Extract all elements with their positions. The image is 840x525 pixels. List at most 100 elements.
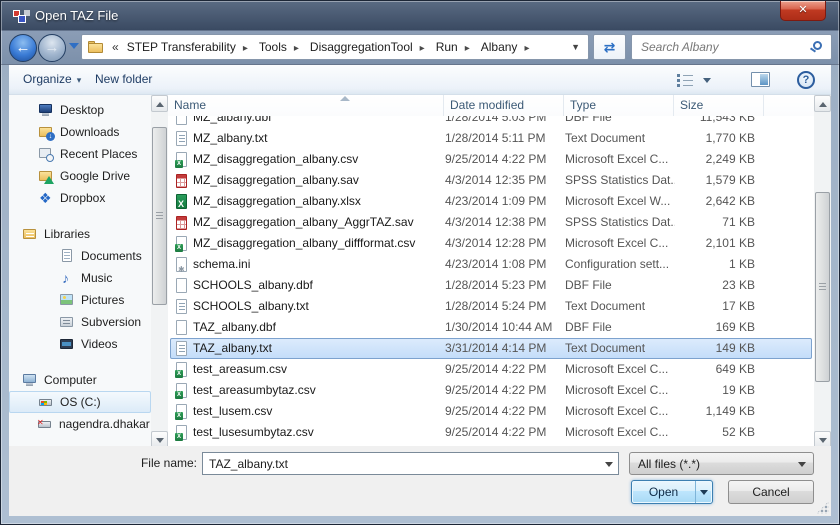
file-row[interactable]: SCHOOLS_albany.txt 1/28/2014 5:24 PM Tex…	[170, 296, 812, 317]
file-date-modified: 9/25/2014 4:22 PM	[445, 150, 565, 169]
refresh-button[interactable]	[593, 34, 626, 60]
sidebar-item[interactable]: Videos	[9, 333, 151, 355]
file-type: Microsoft Excel C...	[565, 234, 675, 253]
command-toolbar: Organize New folder	[9, 65, 831, 95]
file-row[interactable]: test_lusem.csv 9/25/2014 4:22 PM Microso…	[170, 401, 812, 422]
file-name-cell: test_lusesumbytaz.csv	[171, 423, 445, 442]
file-name-cell: MZ_disaggregation_albany.sav	[171, 171, 445, 190]
file-row[interactable]: MZ_disaggregation_albany.xlsx 4/23/2014 …	[170, 191, 812, 212]
file-date-modified: 4/3/2014 12:28 PM	[445, 234, 565, 253]
close-button[interactable]	[780, 1, 826, 21]
sidebar-item[interactable]: Dropbox	[9, 187, 151, 209]
breadcrumb-dropdown-icon[interactable]: ▼	[567, 42, 584, 52]
file-name: schema.ini	[193, 255, 250, 274]
file-name-label: File name:	[131, 456, 197, 470]
breadcrumb-item[interactable]: Albany	[479, 40, 539, 54]
sidebar-item[interactable]: Music	[9, 267, 151, 289]
file-name: SCHOOLS_albany.dbf	[193, 276, 313, 295]
file-row[interactable]: MZ_disaggregation_albany_diffformat.csv …	[170, 233, 812, 254]
new-folder-button[interactable]: New folder	[89, 65, 158, 94]
column-headers: Name Date modified Type Size	[168, 95, 814, 116]
file-row[interactable]: SCHOOLS_albany.dbf 1/28/2014 5:23 PM DBF…	[170, 275, 812, 296]
cancel-button[interactable]: Cancel	[728, 480, 814, 504]
sidebar-item-label: Videos	[81, 333, 117, 355]
scroll-up-icon[interactable]	[814, 95, 831, 112]
file-size: 149 KB	[675, 339, 765, 358]
file-type: SPSS Statistics Dat...	[565, 213, 675, 232]
open-button[interactable]: Open	[631, 480, 713, 504]
file-type: Microsoft Excel C...	[565, 381, 675, 400]
sidebar-item[interactable]: Pictures	[9, 289, 151, 311]
main-area: Desktop Downloads Recent Places	[9, 95, 831, 448]
file-name-cell: MZ_disaggregation_albany.csv	[171, 150, 445, 169]
back-button[interactable]	[9, 34, 37, 62]
sidebar-item[interactable]: Desktop	[9, 99, 151, 121]
breadcrumb[interactable]: « STEP TransferabilityToolsDisaggregatio…	[81, 34, 589, 60]
file-name: MZ_disaggregation_albany.csv	[193, 150, 358, 169]
sidebar-item[interactable]: Downloads	[9, 121, 151, 143]
file-row[interactable]: test_areasumbytaz.csv 9/25/2014 4:22 PM …	[170, 380, 812, 401]
file-date-modified: 9/25/2014 4:22 PM	[445, 360, 565, 379]
file-row[interactable]: MZ_albany.txt 1/28/2014 5:11 PM Text Doc…	[170, 128, 812, 149]
sidebar-item[interactable]: OS (C:)	[9, 391, 151, 413]
file-name: MZ_disaggregation_albany_diffformat.csv	[193, 234, 415, 253]
file-type-icon	[175, 131, 188, 146]
file-name: MZ_albany.dbf	[193, 116, 272, 127]
title-bar[interactable]: Open TAZ File	[1, 1, 839, 31]
file-type-icon	[175, 383, 188, 398]
sidebar-item[interactable]: nagendra.dhakar	[9, 413, 151, 435]
file-date-modified: 9/25/2014 4:22 PM	[445, 402, 565, 421]
column-header[interactable]: Size	[674, 95, 764, 116]
scroll-up-icon[interactable]	[151, 95, 168, 112]
scrollbar-thumb[interactable]	[152, 127, 167, 305]
sidebar-scrollbar[interactable]	[151, 95, 168, 448]
scrollbar-thumb[interactable]	[815, 192, 830, 382]
sidebar-item[interactable]: Subversion	[9, 311, 151, 333]
resize-grip[interactable]	[816, 501, 829, 514]
column-header[interactable]: Name	[168, 95, 444, 116]
search-input[interactable]: Search Albany	[631, 34, 832, 60]
column-header[interactable]: Date modified	[444, 95, 564, 116]
file-name-input[interactable]: TAZ_albany.txt	[202, 452, 619, 475]
open-split-dropdown[interactable]	[695, 481, 712, 503]
file-type: Microsoft Excel C...	[565, 402, 675, 421]
file-row[interactable]: schema.ini 4/23/2014 1:08 PM Configurati…	[170, 254, 812, 275]
file-name-dropdown-icon[interactable]	[605, 462, 613, 467]
file-type: Microsoft Excel C...	[565, 360, 675, 379]
help-button[interactable]	[797, 71, 815, 89]
file-type-select[interactable]: All files (*.*)	[629, 452, 814, 475]
file-row[interactable]: MZ_disaggregation_albany.csv 9/25/2014 4…	[170, 149, 812, 170]
file-date-modified: 4/3/2014 12:35 PM	[445, 171, 565, 190]
preview-pane-icon[interactable]	[751, 72, 770, 87]
file-row[interactable]: test_lusesumbytaz.csv 9/25/2014 4:22 PM …	[170, 422, 812, 443]
breadcrumb-item[interactable]: DisaggregationTool	[308, 40, 434, 54]
sidebar-item[interactable]: Documents	[9, 245, 151, 267]
forward-button[interactable]	[38, 34, 66, 62]
file-type: DBF File	[565, 318, 675, 337]
dialog-footer: File name: TAZ_albany.txt All files (*.*…	[9, 446, 831, 516]
breadcrumb-item[interactable]: Run	[434, 40, 479, 54]
file-list-scrollbar[interactable]	[814, 95, 831, 448]
change-view-icon[interactable]	[677, 73, 693, 86]
sidebar-item[interactable]: Google Drive	[9, 165, 151, 187]
sidebar-item-label: Computer	[44, 369, 97, 391]
file-row[interactable]: TAZ_albany.dbf 1/30/2014 10:44 AM DBF Fi…	[170, 317, 812, 338]
sidebar-item[interactable]: Computer	[9, 369, 151, 391]
file-row[interactable]: MZ_albany.dbf 1/28/2014 5:03 PM DBF File…	[170, 116, 812, 128]
sidebar-item[interactable]: Recent Places	[9, 143, 151, 165]
file-row[interactable]: TAZ_albany.txt 3/31/2014 4:14 PM Text Do…	[170, 338, 812, 359]
file-row[interactable]: MZ_disaggregation_albany_AggrTAZ.sav 4/3…	[170, 212, 812, 233]
sidebar-item[interactable]: Libraries	[9, 223, 151, 245]
breadcrumb-overflow-chevron[interactable]: «	[112, 40, 119, 54]
history-chevron-icon[interactable]	[69, 43, 79, 49]
file-row[interactable]: test_areasum.csv 9/25/2014 4:22 PM Micro…	[170, 359, 812, 380]
column-header[interactable]: Type	[564, 95, 674, 116]
change-view-caret-icon[interactable]	[703, 78, 711, 83]
sidebar-item-icon	[38, 394, 54, 410]
file-row[interactable]: MZ_disaggregation_albany.sav 4/3/2014 12…	[170, 170, 812, 191]
breadcrumb-item[interactable]: Tools	[257, 40, 308, 54]
organize-button[interactable]: Organize	[17, 65, 87, 95]
search-icon[interactable]	[813, 41, 822, 50]
breadcrumb-item[interactable]: STEP Transferability	[125, 40, 257, 54]
file-type-icon	[175, 425, 188, 440]
